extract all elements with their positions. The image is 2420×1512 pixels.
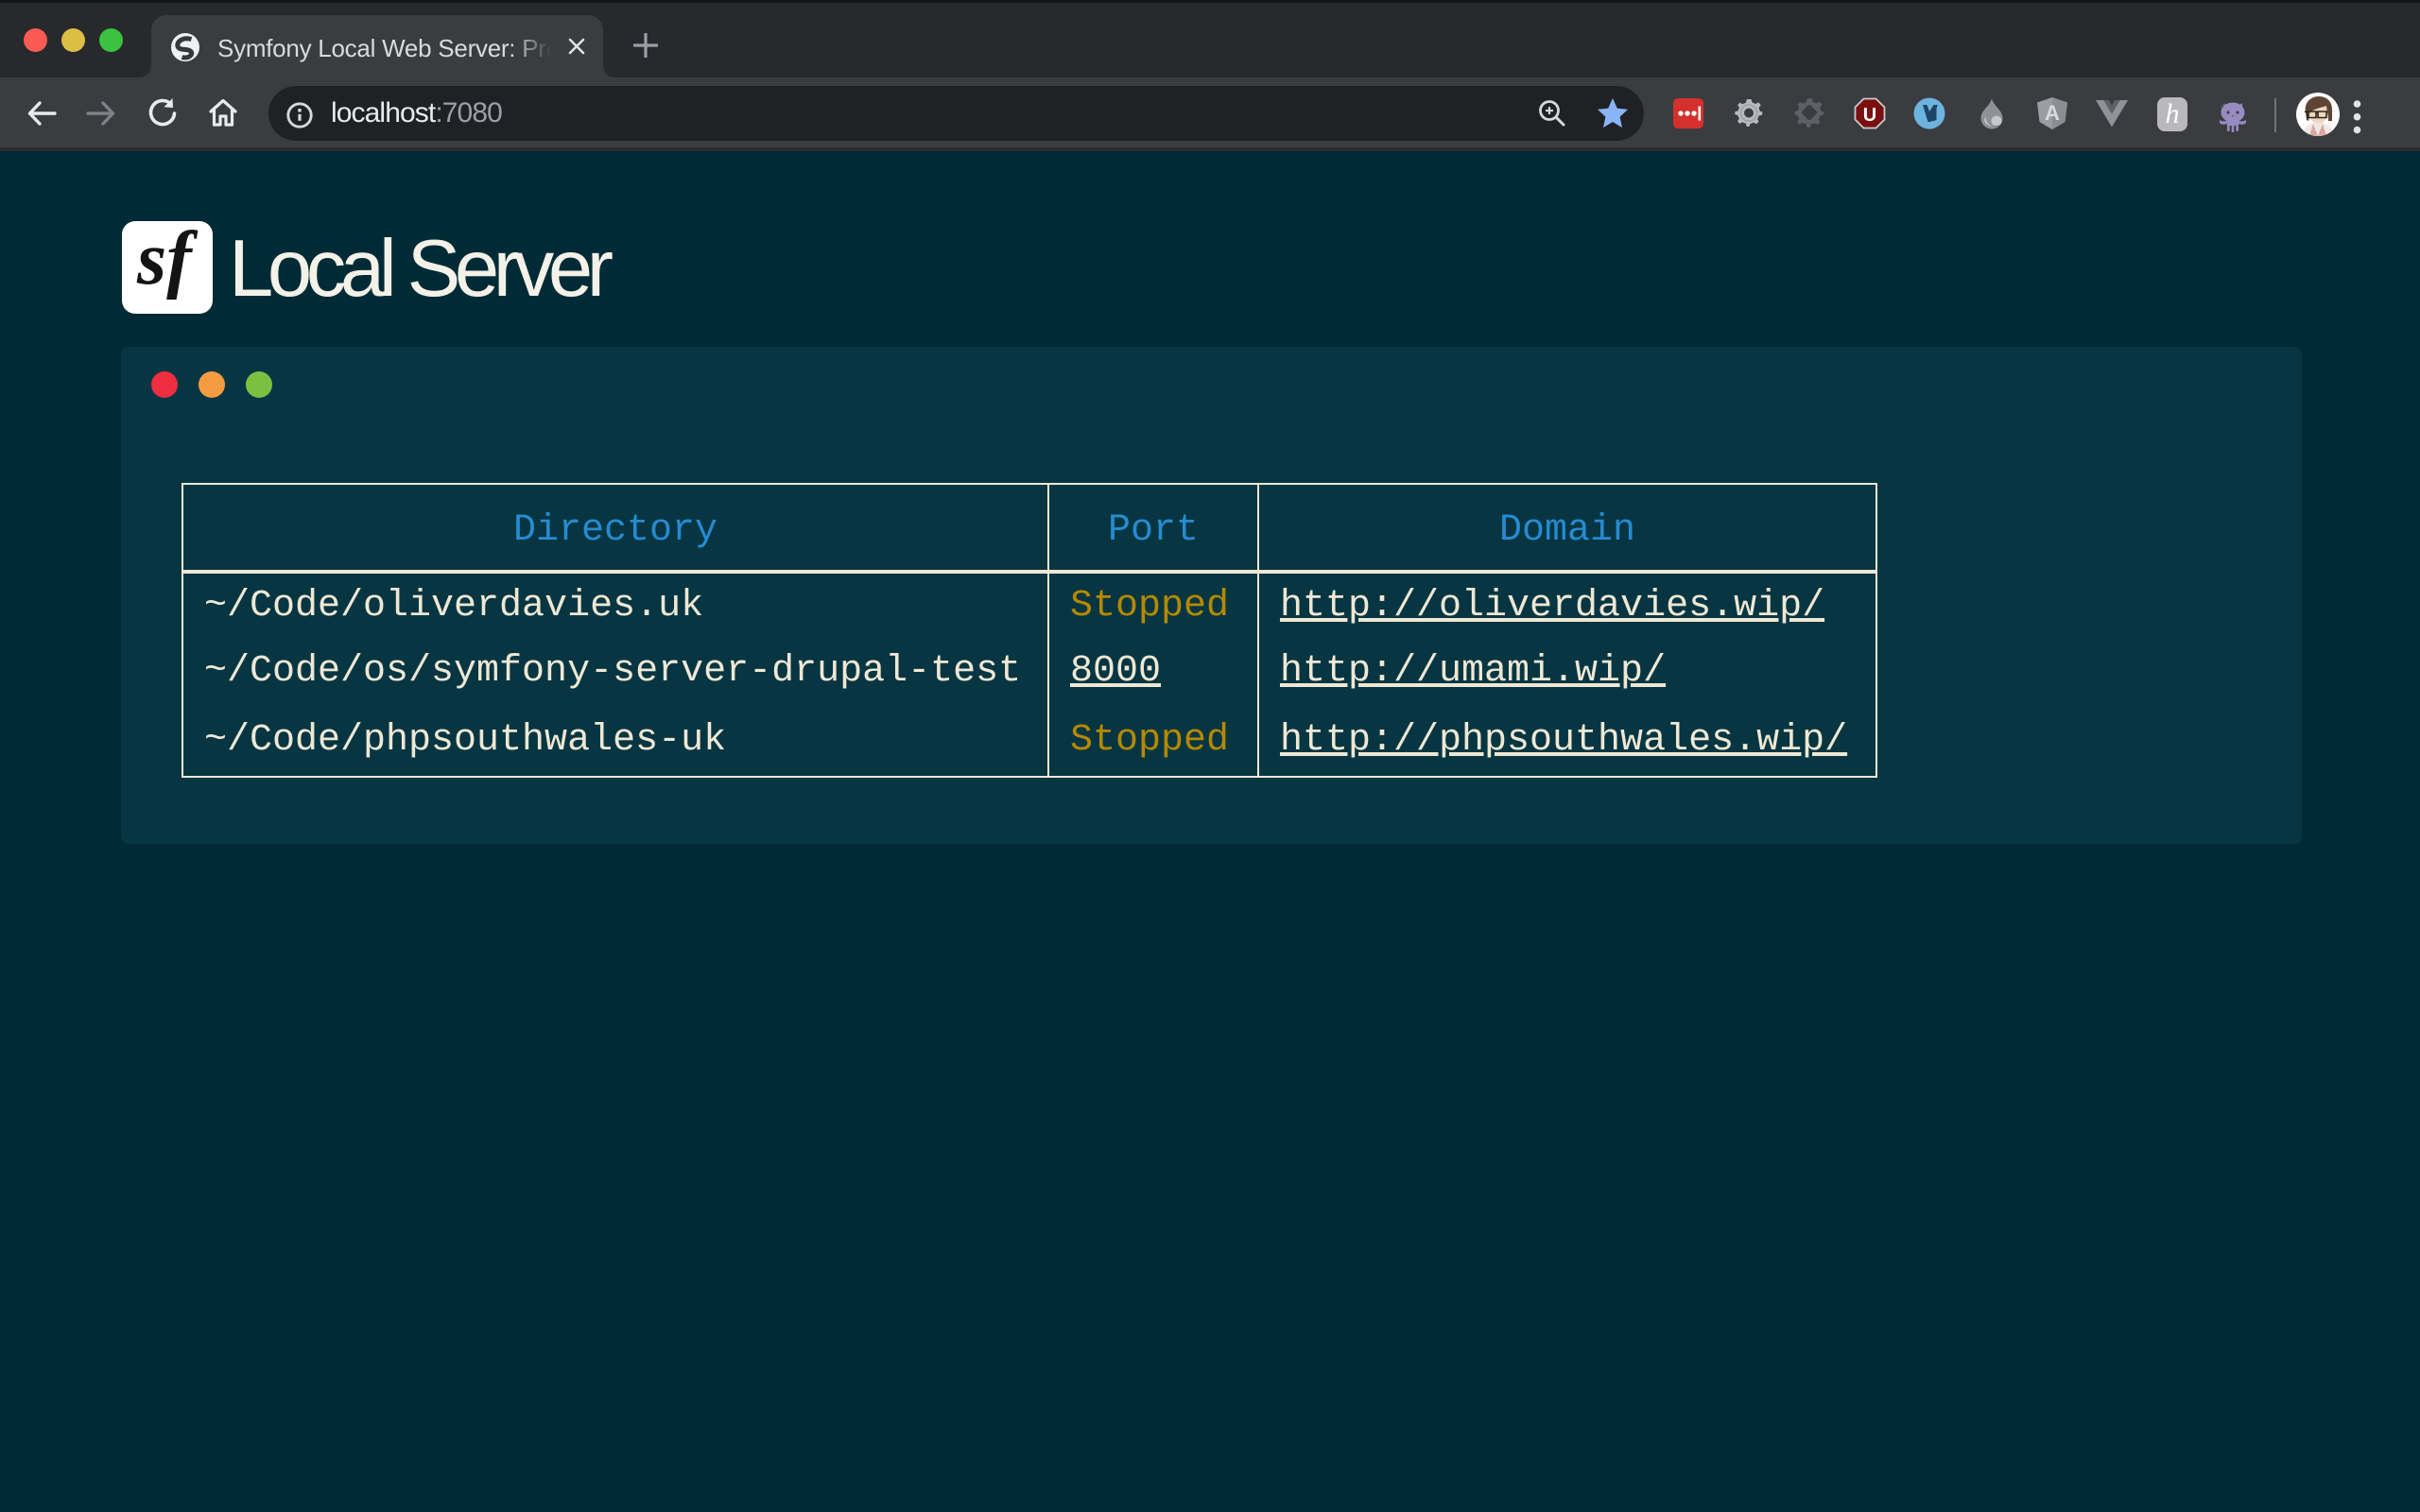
svg-text:U: U	[1863, 105, 1876, 126]
svg-text:A: A	[2045, 101, 2060, 125]
